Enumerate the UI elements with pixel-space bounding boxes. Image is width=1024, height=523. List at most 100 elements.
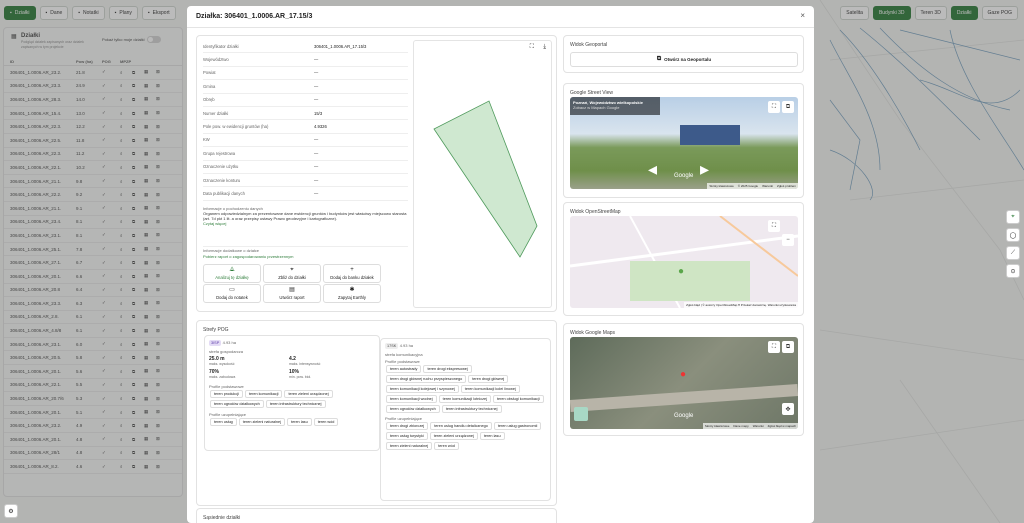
report-link[interactable]: Pobierz raport o zagospodarowaniu przest… xyxy=(203,254,408,260)
settings-icon[interactable]: ⚙ xyxy=(4,504,18,518)
profile-tag: teren zieleni naturalnej xyxy=(238,418,286,426)
pog-zone-1: 3ISP 4.93 ha strefa gospodarcza 25.0 m ma… xyxy=(204,335,380,451)
cursor-tool-icon[interactable]: ⌖ xyxy=(1006,210,1020,224)
close-icon[interactable]: × xyxy=(800,11,805,20)
action-ask-button[interactable]: ✱ Zapytaj Earthly xyxy=(323,284,381,303)
profile-tag: teren drogi ekspresowej xyxy=(423,365,472,373)
profile-tag: teren drogi zbiorczej xyxy=(386,422,429,430)
action-label: Dodaj do banku działek xyxy=(330,275,374,280)
profile-tag: teren usług gastronomii xyxy=(493,422,542,430)
zone-area: 4.93 ha xyxy=(222,340,236,345)
open-geoportal-button[interactable]: ⧉ Otwórz na Geoportalu xyxy=(570,52,798,67)
footer-link[interactable]: Dane mapy xyxy=(733,424,748,428)
external-link-icon: ⧉ xyxy=(656,56,662,62)
profile-tag: teren komunikacji lotniczej xyxy=(438,395,491,403)
zoom-out-icon[interactable]: − xyxy=(782,234,794,246)
zone-code: 3ISP xyxy=(209,340,222,346)
detail-value: — xyxy=(314,177,319,183)
fullscreen-icon[interactable]: ⛶ xyxy=(530,44,534,51)
external-link-icon[interactable]: ⧉ xyxy=(782,101,794,113)
streetview-image[interactable]: Poznań, Województwo wielkopolskie Zobacz … xyxy=(570,97,798,189)
detail-key: Oznaczenie konturu xyxy=(203,177,241,183)
footer-link[interactable]: Zgłoś problem xyxy=(777,184,796,188)
download-icon[interactable]: ⤓ xyxy=(543,44,546,51)
fullscreen-icon[interactable]: ⛶ xyxy=(768,220,780,232)
action-analyze-button[interactable]: ⟁ Analizuj tę działkę xyxy=(203,264,261,283)
detail-row: Województwo — xyxy=(203,53,408,67)
action-plus-button[interactable]: + Dodaj do banku działek xyxy=(323,264,381,283)
zone-stats: 25.0 m maks. wysokość 4.2 maks. intensywnoś… xyxy=(209,356,375,382)
ruler-tool-icon[interactable]: ⟋ xyxy=(1006,246,1020,260)
profile-tag: teren drogi głównej ruchu przyspieszoneg… xyxy=(386,375,467,383)
detail-value: — xyxy=(314,70,319,76)
detail-value: 4.9326 xyxy=(314,124,327,130)
open-in-maps-link[interactable]: Zobacz w Mapach Google xyxy=(573,105,619,110)
stat-label: min. pow. biol. xyxy=(289,375,312,379)
details-list: Identyfikator działki 306401_1.0006.AR_17… xyxy=(203,40,408,201)
detail-key: Numer działki xyxy=(203,110,229,116)
action-locate-button[interactable]: ⌖ Zbliż do działki xyxy=(263,264,321,283)
stat-label: maks. wysokość xyxy=(209,362,235,366)
pin-tool-icon[interactable]: ⊙ xyxy=(1006,264,1020,278)
profile-tag: teren ogrodów działkowych xyxy=(210,400,264,408)
detail-value: — xyxy=(314,97,319,103)
action-note-button[interactable]: ▭ Dodaj do notatek xyxy=(203,284,261,303)
basic-profiles: teren produkcji teren komunikacji teren zi… xyxy=(209,389,375,409)
external-link-icon[interactable]: ⧉ xyxy=(782,341,794,353)
map-thumb[interactable] xyxy=(574,407,588,421)
action-label: Zapytaj Earthly xyxy=(338,295,366,300)
profile-tag: teren wód xyxy=(313,418,339,426)
profile-tag: teren lasu xyxy=(479,432,505,440)
google-logo: Google xyxy=(674,173,694,179)
map-pin-icon: ● xyxy=(678,266,685,277)
footer-link[interactable]: Warunki xyxy=(762,184,773,188)
profile-tag: teren usług handlu detalicznego xyxy=(430,422,492,430)
building-shape xyxy=(680,125,740,145)
profile-tag: teren usług turystyki xyxy=(386,432,428,440)
profile-tag: teren drogi głównej xyxy=(468,375,509,383)
detail-row: Grupa rejestrowa — xyxy=(203,147,408,161)
extra-info-section: Informacje dodatkowe o działce Pobierz r… xyxy=(203,246,408,260)
osm-map[interactable]: ● ⛶ − Zgłoś błąd | © autorzy OpenStreetM… xyxy=(570,216,798,308)
zone-area: 4.93 ha xyxy=(399,343,414,348)
extra-profiles: teren drogi zbiorczej teren usług handlu … xyxy=(385,421,546,451)
detail-row: Identyfikator działki 306401_1.0006.AR_17… xyxy=(203,40,408,54)
profile-tag: teren komunikacji wodnej xyxy=(386,395,437,403)
action-report-button[interactable]: ▤ Utwórz raport xyxy=(263,284,321,303)
google-logo: Google xyxy=(674,413,694,419)
detail-key: Obręb xyxy=(203,97,215,103)
osm-attribution: Zgłoś błąd | © autorzy OpenStreetMap ♥ P… xyxy=(684,302,798,308)
streetview-footer: Skróty klawiszowe © 2025 Google Warunki Zgł… xyxy=(707,183,798,189)
footer-link[interactable]: Skróty klawiszowe xyxy=(709,184,734,188)
parcel-shape-view[interactable]: ⛶ ⤓ xyxy=(413,40,552,308)
detail-row: Pole pow. w ewidencji gruntów (ha) 4.9326 xyxy=(203,120,408,134)
profile-tag: teren usług xyxy=(210,418,237,426)
map-controls-icon[interactable]: ✥ xyxy=(782,403,794,415)
footer-link[interactable]: Zgłoś błąd w mapach xyxy=(768,424,796,428)
arrow-left-icon[interactable]: ◂ xyxy=(648,159,657,180)
fullscreen-icon[interactable]: ⛶ xyxy=(768,101,780,113)
action-label: Utwórz raport xyxy=(279,295,305,300)
shape-tool-icon[interactable]: ◯ xyxy=(1006,228,1020,242)
profile-tag: teren infrastruktury technicznej xyxy=(441,405,502,413)
pog-zone-2: 17SK 4.93 ha strefa komunikacyjna Profil… xyxy=(380,338,551,501)
profile-tag: teren zieleni urządzonej xyxy=(429,432,478,440)
note-icon: ▭ xyxy=(229,287,235,293)
read-more-link[interactable]: Czytaj więcej xyxy=(203,221,408,226)
detail-row: Oznaczenie konturu — xyxy=(203,174,408,188)
detail-value: — xyxy=(314,164,319,170)
profile-tag: teren zieleni urządzonej xyxy=(284,390,333,398)
satellite-map[interactable]: ● ⛶ ⧉ ✥ Google Skróty klawiszowe Dane map… xyxy=(570,337,798,429)
zone-type: strefa gospodarcza xyxy=(209,349,244,354)
footer-link[interactable]: Warunki xyxy=(753,424,764,428)
detail-key: Oznaczenie użytku xyxy=(203,164,239,170)
arrow-right-icon[interactable]: ▸ xyxy=(700,159,709,180)
footer-link[interactable]: Skróty klawiszowe xyxy=(705,424,730,428)
fullscreen-icon[interactable]: ⛶ xyxy=(768,341,780,353)
detail-value: — xyxy=(314,150,319,156)
gmaps-title: Widok Google Maps xyxy=(570,330,616,336)
footer-link[interactable]: © 2025 Google xyxy=(738,184,758,188)
basic-profiles: teren autostrady teren drogi ekspresowej t… xyxy=(385,364,546,414)
data-source-section: Informacje o pochodzeniu danych Organem … xyxy=(203,206,408,226)
open-geoportal-label: Otwórz na Geoportalu xyxy=(664,57,712,62)
